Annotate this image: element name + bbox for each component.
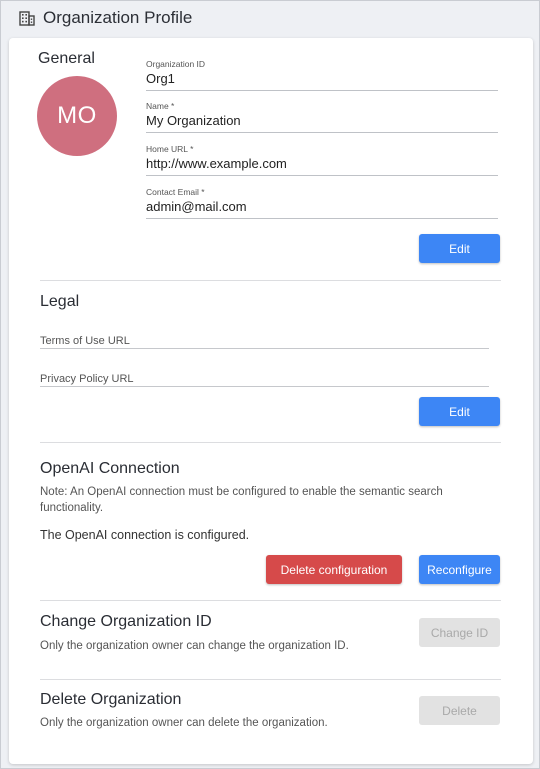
general-edit-button[interactable]: Edit	[419, 234, 500, 263]
change-id-note: Only the organization owner can change t…	[40, 640, 349, 652]
home-url-label: Home URL *	[146, 144, 194, 154]
change-id-button[interactable]: Change ID	[419, 618, 500, 647]
contact-email-label: Contact Email *	[146, 187, 205, 197]
privacy-policy-label: Privacy Policy URL	[40, 373, 134, 385]
organization-id-field[interactable]: Organization ID Org1	[146, 58, 498, 91]
name-value: My Organization	[146, 113, 241, 128]
page-title: Organization Profile	[43, 8, 193, 27]
reconfigure-button[interactable]: Reconfigure	[419, 555, 500, 584]
legal-edit-button[interactable]: Edit	[419, 397, 500, 426]
building-icon	[19, 11, 35, 26]
delete-configuration-button[interactable]: Delete configuration	[266, 555, 402, 584]
organization-id-value: Org1	[146, 71, 175, 86]
avatar: MO	[37, 76, 117, 156]
change-id-section-title: Change Organization ID	[40, 613, 212, 630]
openai-note: Note: An OpenAI connection must be confi…	[40, 486, 443, 514]
name-label: Name *	[146, 101, 175, 111]
name-field[interactable]: Name * My Organization	[146, 100, 498, 133]
general-section-title: General	[38, 50, 95, 67]
delete-organization-button[interactable]: Delete	[419, 696, 500, 725]
delete-org-note: Only the organization owner can delete t…	[40, 717, 328, 729]
organization-id-label: Organization ID	[146, 59, 206, 69]
delete-org-section-title: Delete Organization	[40, 691, 182, 708]
divider	[40, 442, 501, 443]
profile-card: General MO Organization ID Org1 Name * M…	[9, 38, 533, 764]
divider	[40, 679, 501, 680]
divider	[40, 600, 501, 601]
home-url-value: http://www.example.com	[146, 156, 287, 171]
openai-section-title: OpenAI Connection	[40, 460, 180, 477]
home-url-field[interactable]: Home URL * http://www.example.com	[146, 143, 498, 176]
legal-section-title: Legal	[40, 293, 80, 310]
contact-email-value: admin@mail.com	[146, 199, 247, 214]
contact-email-field[interactable]: Contact Email * admin@mail.com	[146, 186, 498, 219]
privacy-policy-field[interactable]: Privacy Policy URL	[40, 373, 489, 387]
page-header: Organization Profile	[1, 1, 539, 35]
divider	[40, 280, 501, 281]
openai-status: The OpenAI connection is configured.	[40, 528, 250, 542]
terms-of-use-field[interactable]: Terms of Use URL	[40, 335, 489, 349]
terms-of-use-label: Terms of Use URL	[40, 335, 130, 347]
